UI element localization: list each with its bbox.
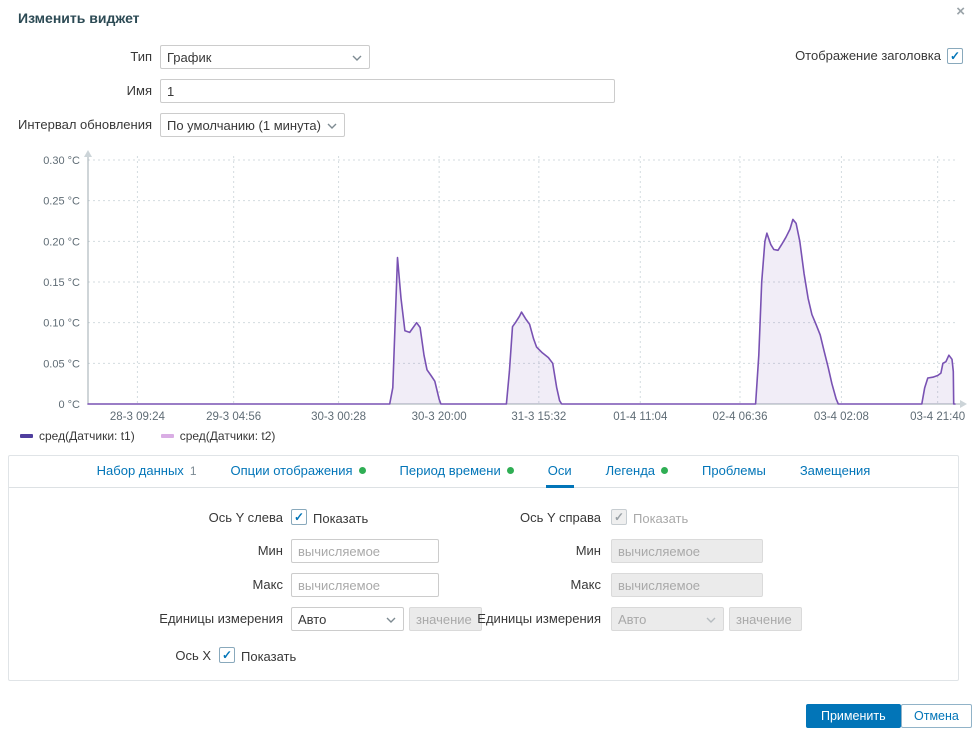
y-left-units-label: Единицы измерения — [159, 611, 283, 626]
tab-data-set-count: 1 — [189, 463, 197, 478]
svg-text:0.30 °C: 0.30 °C — [43, 155, 80, 167]
refresh-interval-select[interactable]: По умолчанию (1 минута) — [160, 113, 345, 137]
y-left-max-label: Макс — [252, 577, 283, 592]
y-left-min-label: Мин — [257, 543, 283, 558]
green-dot-icon — [358, 467, 366, 474]
y-right-min-input — [611, 539, 763, 563]
show-header-label: Отображение заголовка — [795, 48, 941, 63]
green-dot-icon — [506, 467, 514, 474]
svg-text:03-4 02:08: 03-4 02:08 — [814, 411, 869, 422]
tab-time-period[interactable]: Период времени — [398, 456, 516, 488]
refresh-interval-value: По умолчанию (1 минута) — [167, 117, 321, 133]
legend-label: сред(Датчики: t2) — [179, 429, 276, 443]
svg-text:30-3 00:28: 30-3 00:28 — [311, 411, 366, 422]
svg-text:0.05 °C: 0.05 °C — [43, 358, 80, 370]
legend-item: сред(Датчики: t2) — [160, 429, 276, 443]
svg-text:29-3 04:56: 29-3 04:56 — [206, 411, 261, 422]
y-right-units-value: Авто — [618, 611, 647, 627]
show-header-checkbox[interactable]: ✓ — [947, 48, 963, 64]
legend-swatch — [20, 434, 33, 438]
graph-svg: 0.30 °C 0.25 °C 0.20 °C 0.15 °C 0.10 °C 0.05 … — [43, 150, 967, 422]
name-input[interactable] — [160, 79, 615, 103]
legend-swatch — [160, 434, 174, 438]
y-right-min-label: Мин — [575, 543, 601, 558]
graph-legend: сред(Датчики: t1) сред(Датчики: t2) — [20, 429, 275, 443]
y-left-axis-label: Ось Y слева — [208, 510, 283, 525]
tab-problems[interactable]: Проблемы — [700, 456, 768, 488]
y-left-units-value: Авто — [298, 611, 327, 627]
legend-label: сред(Датчики: t1) — [39, 429, 135, 443]
svg-text:28-3 09:24: 28-3 09:24 — [110, 411, 166, 422]
x-axis-show-checkbox[interactable]: ✓ — [219, 647, 235, 663]
refresh-interval-label: Интервал обновления — [18, 117, 152, 132]
y-right-show-checkbox: ✓ — [611, 509, 627, 525]
y-right-show-label: Показать — [633, 511, 689, 526]
chevron-down-icon — [327, 123, 337, 129]
check-icon: ✓ — [293, 510, 305, 524]
y-right-units-label: Единицы измерения — [477, 611, 601, 626]
type-select[interactable]: График — [160, 45, 370, 69]
y-right-units-value-input — [729, 607, 802, 631]
chevron-down-icon — [706, 617, 716, 623]
legend-item: сред(Датчики: t1) — [20, 429, 135, 443]
y-left-show-checkbox[interactable]: ✓ — [291, 509, 307, 525]
tab-legend[interactable]: Легенда — [604, 456, 670, 488]
graph-preview: 0.30 °C 0.25 °C 0.20 °C 0.15 °C 0.10 °C 0.05 … — [18, 150, 968, 446]
edit-widget-dialog: Изменить виджет × Тип График Отображение… — [0, 0, 975, 734]
type-label: Тип — [130, 49, 152, 64]
tab-display-options[interactable]: Опции отображения — [229, 456, 368, 488]
tab-overrides[interactable]: Замещения — [798, 456, 873, 488]
x-axis-label: Ось X — [175, 648, 211, 663]
y-right-units-select: Авто — [611, 607, 724, 631]
name-label: Имя — [126, 83, 152, 98]
y-right-axis-label: Ось Y справа — [519, 510, 601, 525]
svg-text:30-3 20:00: 30-3 20:00 — [412, 411, 467, 422]
type-select-value: График — [167, 49, 212, 65]
y-right-max-input — [611, 573, 763, 597]
tab-axes[interactable]: Оси — [545, 456, 574, 488]
apply-button[interactable]: Применить — [806, 704, 901, 728]
widget-config-panel: Набор данных 1 Опции отображения Период … — [8, 455, 959, 681]
svg-text:0.10 °C: 0.10 °C — [43, 318, 80, 330]
svg-text:0 °C: 0 °C — [58, 399, 80, 411]
svg-text:0.20 °C: 0.20 °C — [43, 236, 80, 248]
check-icon: ✓ — [221, 648, 233, 662]
svg-text:02-4 06:36: 02-4 06:36 — [712, 411, 767, 422]
dialog-title: Изменить виджет — [18, 10, 140, 26]
chevron-down-icon — [352, 55, 362, 61]
close-icon[interactable]: × — [956, 4, 965, 20]
cancel-button[interactable]: Отмена — [901, 704, 972, 728]
svg-text:03-4 21:40: 03-4 21:40 — [910, 411, 965, 422]
svg-text:31-3 15:32: 31-3 15:32 — [511, 411, 566, 422]
tab-data-set[interactable]: Набор данных 1 — [95, 456, 199, 488]
check-icon: ✓ — [949, 49, 961, 63]
x-axis-show-label: Показать — [241, 649, 297, 664]
svg-text:01-4 11:04: 01-4 11:04 — [613, 411, 668, 422]
svg-text:0.25 °C: 0.25 °C — [43, 196, 80, 208]
tab-bar: Набор данных 1 Опции отображения Период … — [9, 456, 958, 488]
check-icon: ✓ — [613, 510, 625, 524]
svg-text:0.15 °C: 0.15 °C — [43, 277, 80, 289]
green-dot-icon — [661, 467, 669, 474]
y-right-max-label: Макс — [570, 577, 601, 592]
